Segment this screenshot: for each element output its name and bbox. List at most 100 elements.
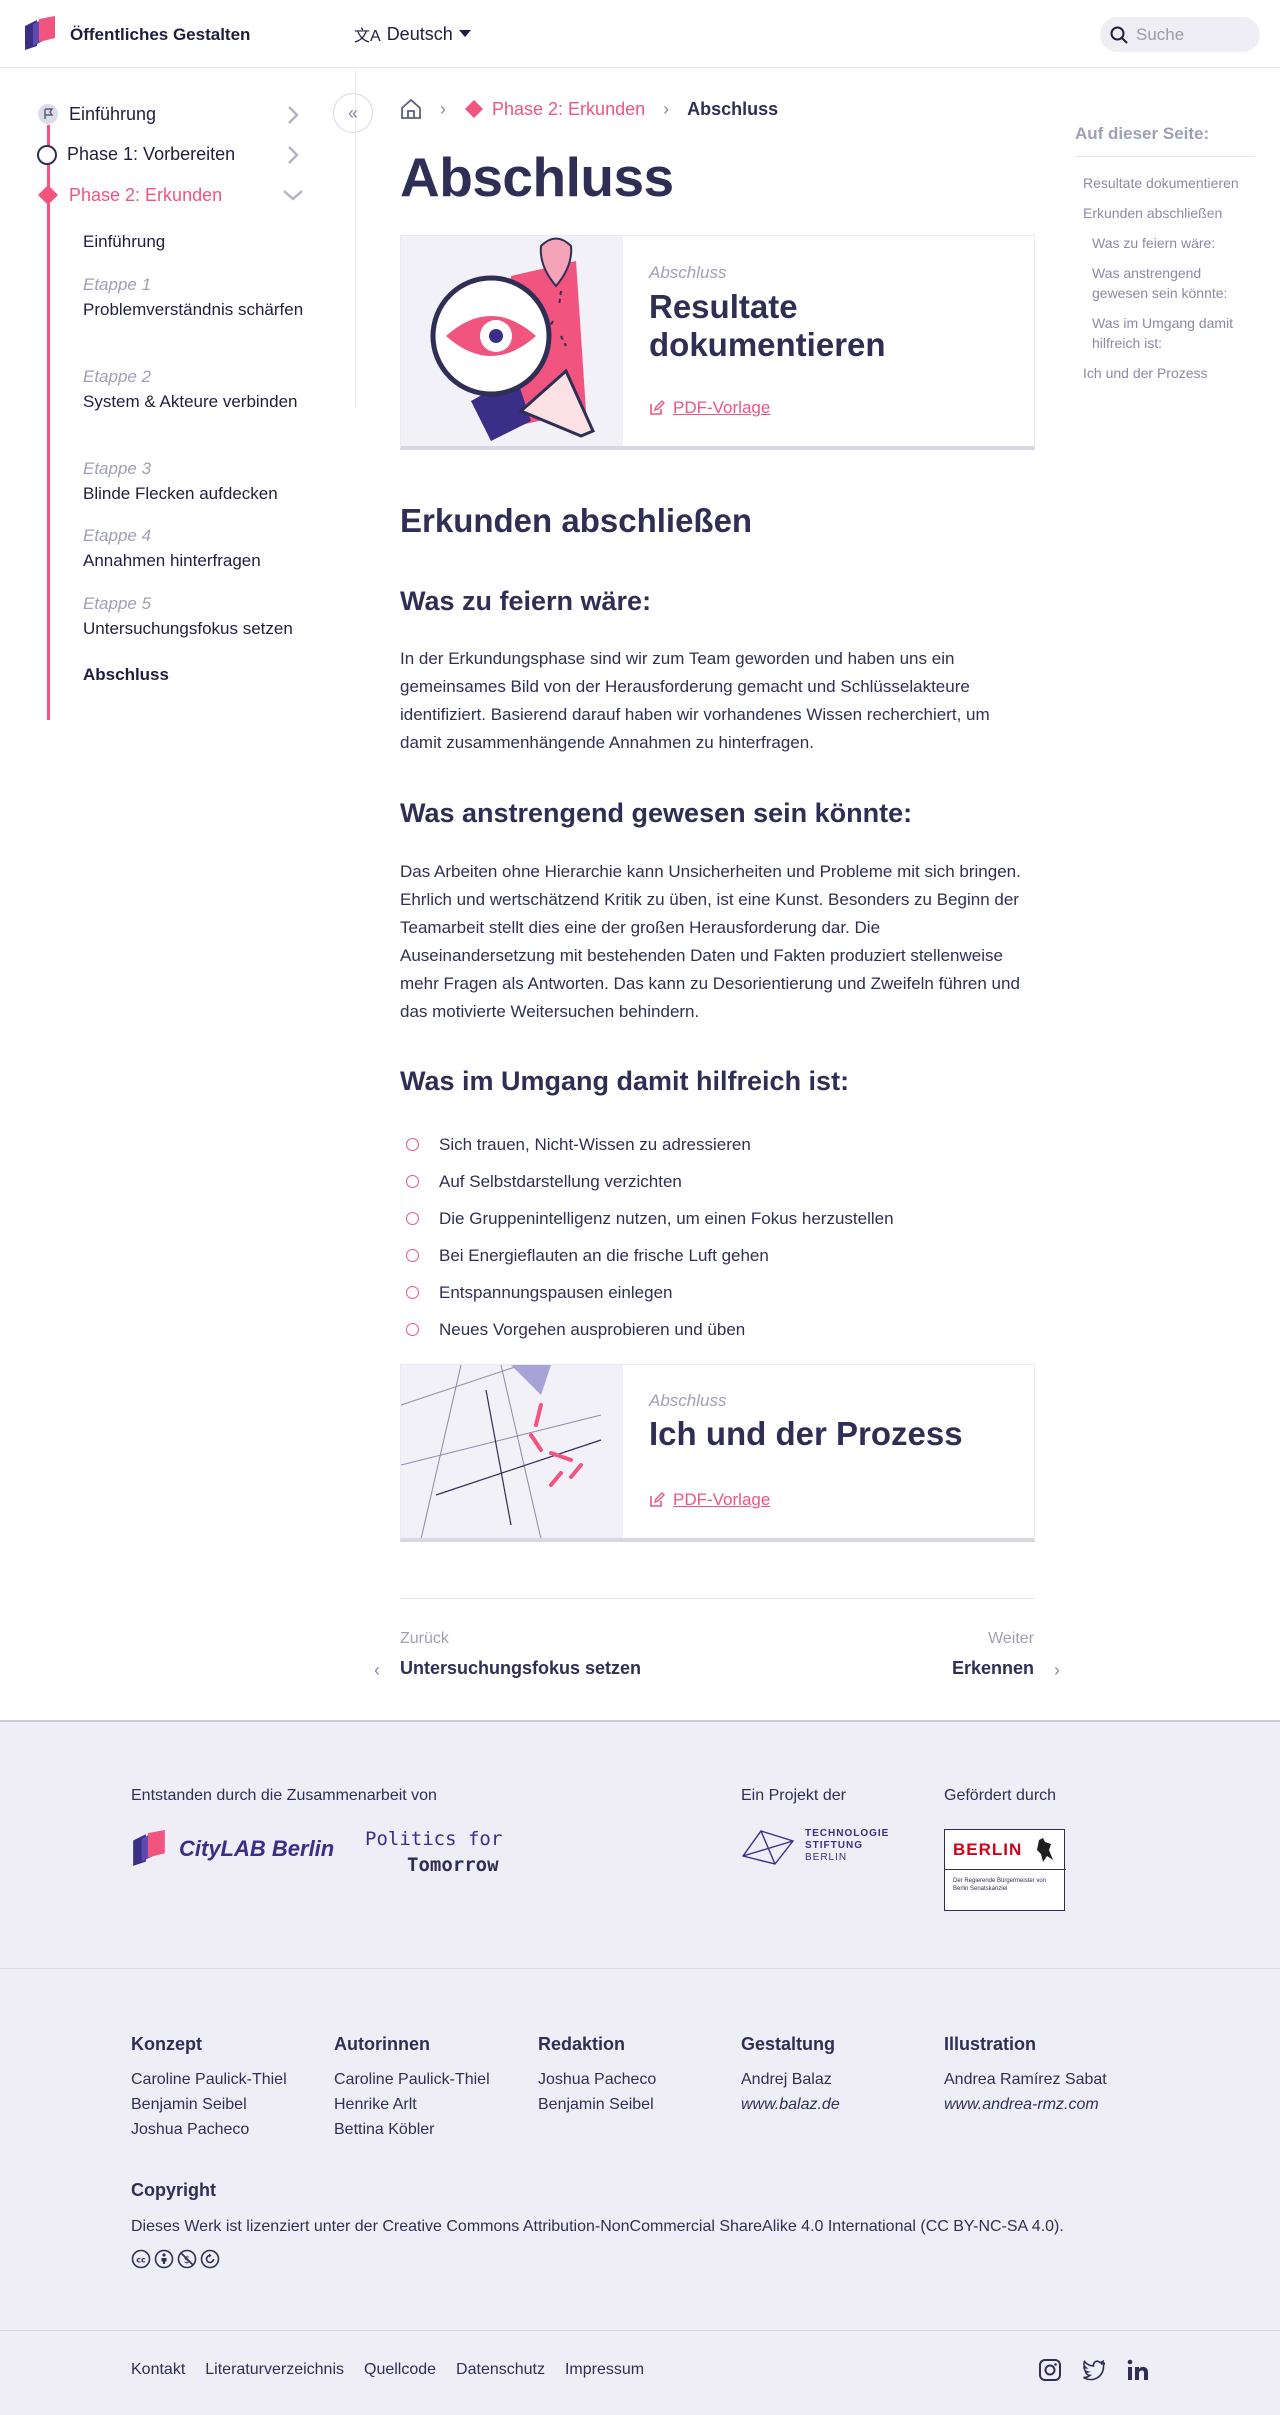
twitter-icon[interactable] xyxy=(1082,2358,1106,2382)
sidebar-step-2[interactable]: Etappe 2 System & Akteure verbinden xyxy=(83,364,323,414)
chevron-left-icon: ‹ xyxy=(374,1660,380,1680)
translate-icon: 文A xyxy=(354,28,381,45)
circle-icon xyxy=(37,144,57,165)
pdf-download-link[interactable]: PDF-Vorlage xyxy=(649,1490,770,1510)
sidebar-step-1[interactable]: Etappe 1 Problemverständnis schärfen xyxy=(83,272,323,322)
toc-link[interactable]: Erkunden abschließen xyxy=(1083,203,1233,223)
card-illustration xyxy=(401,236,623,446)
search-icon xyxy=(1110,26,1128,44)
sidebar-step-4[interactable]: Etappe 4 Annahmen hinterfragen xyxy=(83,523,261,573)
sidebar-subitem-introduction[interactable]: Einführung xyxy=(83,229,165,254)
step-title: Blinde Flecken aufdecken xyxy=(83,484,278,503)
politics-for-tomorrow-logo[interactable]: Politics for Tomorrow xyxy=(365,1826,502,1878)
citylab-logo[interactable]: CityLAB Berlin xyxy=(131,1830,334,1868)
paragraph-challenges: Das Arbeiten ohne Hierarchie kann Unsich… xyxy=(400,862,1021,1021)
card-illustration xyxy=(401,1365,623,1538)
credit-name: Caroline Paulick-Thiel xyxy=(131,2071,287,2088)
pdf-download-link[interactable]: PDF-Vorlage xyxy=(649,398,770,418)
pager-next-label: Weiter xyxy=(988,1630,1034,1647)
toc-link[interactable]: Resultate dokumentieren xyxy=(1083,173,1253,193)
card-title: Ich und der Prozess xyxy=(649,1415,963,1452)
noncommercial-icon: $ xyxy=(177,2249,197,2269)
citylab-mark-icon xyxy=(133,1830,165,1866)
double-chevron-left-icon: « xyxy=(347,102,358,123)
toc-link[interactable]: Was anstrengend gewesen sein könnte: xyxy=(1092,263,1232,303)
site-logo-icon[interactable] xyxy=(23,16,57,52)
bullet-circle-icon xyxy=(406,1286,419,1299)
footer-nav: Kontakt Literaturverzeichnis Quellcode D… xyxy=(131,2361,644,2379)
credit-name: Joshua Pacheco xyxy=(538,2071,657,2088)
copyright-text: Dieses Werk ist lizenziert unter der Cre… xyxy=(131,2218,1064,2235)
subsection-heading: Was im Umgang damit hilfreich ist: xyxy=(400,1066,850,1096)
credit-website-link[interactable]: www.andrea-rmz.com xyxy=(944,2092,1144,2117)
credit-heading: Gestaltung xyxy=(741,2034,836,2054)
berlin-subtext: Der Regierende Bürgermeister von Berlin … xyxy=(953,1878,1047,1892)
sidebar-item-introduction[interactable]: Einführung xyxy=(37,103,156,125)
project-label: Ein Projekt der xyxy=(741,1787,846,1804)
sidebar-step-5[interactable]: Etappe 5 Untersuchungsfokus setzen xyxy=(83,591,293,641)
citylab-wordmark: CityLAB Berlin xyxy=(179,1836,335,1861)
pdf-link-label: PDF-Vorlage xyxy=(673,398,771,417)
resource-card-results[interactable]: Abschluss Resultate dokumentieren PDF-Vo… xyxy=(400,235,1035,450)
bullet-circle-icon xyxy=(406,1249,419,1262)
footer-link-datenschutz[interactable]: Datenschutz xyxy=(456,2361,545,2379)
credit-name: Benjamin Seibel xyxy=(538,2096,654,2113)
sidebar-subitem-final[interactable]: Abschluss xyxy=(83,662,169,687)
list-item-text: Die Gruppenintelligenz nutzen, um einen … xyxy=(439,1209,894,1228)
credit-name: Henrike Arlt xyxy=(334,2096,417,2113)
breadcrumb-current: Abschluss xyxy=(687,98,779,119)
linkedin-icon[interactable] xyxy=(1126,2358,1150,2382)
chevron-right-icon[interactable] xyxy=(286,145,300,165)
language-selector[interactable]: 文A Deutsch xyxy=(354,22,471,46)
toc-title: Auf dieser Seite: xyxy=(1075,124,1210,143)
pager-divider xyxy=(400,1598,1035,1599)
resource-card-process[interactable]: Abschluss Ich und der Prozess PDF-Vorlag… xyxy=(400,1364,1035,1542)
sidebar-item-phase2[interactable]: Phase 2: Erkunden xyxy=(37,184,222,206)
card-kicker: Abschluss xyxy=(649,1391,727,1410)
credit-name: Andrea Ramírez Sabat xyxy=(944,2071,1107,2088)
technologiestiftung-logo[interactable]: TECHNOLOGIE STIFTUNG BERLIN xyxy=(741,1826,889,1866)
footer-link-kontakt[interactable]: Kontakt xyxy=(131,2361,185,2379)
footer-partners: Entstanden durch die Zusammenarbeit von … xyxy=(0,1720,1280,1968)
toc-link[interactable]: Was im Umgang damit hilfreich ist: xyxy=(1092,313,1237,353)
breadcrumb-phase-link[interactable]: Phase 2: Erkunden xyxy=(464,99,645,120)
instagram-icon[interactable] xyxy=(1038,2358,1062,2382)
tsb-line: STIFTUNG xyxy=(805,1840,863,1851)
sidebar-item-phase1[interactable]: Phase 1: Vorbereiten xyxy=(37,144,235,165)
edit-icon xyxy=(650,1492,665,1507)
sidebar-item-label: Einführung xyxy=(69,103,157,124)
sidebar-step-3[interactable]: Etappe 3 Blinde Flecken aufdecken xyxy=(83,456,278,506)
home-icon[interactable] xyxy=(400,98,422,120)
language-label: Deutsch xyxy=(386,23,453,44)
collab-label: Entstanden durch die Zusammenarbeit von xyxy=(131,1787,437,1804)
footer-link-literatur[interactable]: Literaturverzeichnis xyxy=(205,2361,344,2379)
footer-link-quellcode[interactable]: Quellcode xyxy=(364,2361,436,2379)
list-item-text: Neues Vorgehen ausprobieren und üben xyxy=(439,1320,746,1339)
bullet-circle-icon xyxy=(406,1212,419,1225)
bullet-circle-icon xyxy=(406,1175,419,1188)
credit-website-link[interactable]: www.balaz.de xyxy=(741,2092,931,2117)
credit-heading: Autorinnen xyxy=(334,2034,430,2054)
list-item-text: Sich trauen, Nicht-Wissen zu adressieren xyxy=(439,1135,751,1154)
svg-text:cc: cc xyxy=(136,2256,146,2265)
subsection-heading: Was zu feiern wäre: xyxy=(400,586,652,616)
search-input[interactable]: Suche xyxy=(1100,17,1260,52)
chevron-down-icon[interactable] xyxy=(282,188,304,202)
credit-name: Benjamin Seibel xyxy=(131,2096,247,2113)
toc-link[interactable]: Was zu feiern wäre: xyxy=(1092,233,1242,253)
cc-license-badges[interactable]: cc $ xyxy=(131,2249,220,2269)
credit-name: Bettina Köbler xyxy=(334,2121,435,2138)
footer-credits: Konzept Caroline Paulick-Thiel Benjamin … xyxy=(0,1968,1280,2330)
berlin-logo[interactable]: BERLIN Der Regierende Bürgermeister von … xyxy=(944,1829,1066,1911)
step-label: Etappe 3 xyxy=(83,459,152,478)
toc-divider xyxy=(1075,156,1255,157)
footer-link-impressum[interactable]: Impressum xyxy=(565,2361,644,2379)
toc-link[interactable]: Ich und der Prozess xyxy=(1083,363,1233,383)
chevron-right-icon[interactable] xyxy=(286,105,300,125)
site-title[interactable]: Öffentliches Gestalten xyxy=(70,25,250,45)
collapse-sidebar-button[interactable]: « xyxy=(333,93,373,133)
sidebar-item-label: Phase 1: Vorbereiten xyxy=(67,144,236,164)
step-title: Annahmen hinterfragen xyxy=(83,551,261,570)
list-item: Die Gruppenintelligenz nutzen, um einen … xyxy=(406,1200,894,1237)
diamond-icon xyxy=(38,185,58,205)
